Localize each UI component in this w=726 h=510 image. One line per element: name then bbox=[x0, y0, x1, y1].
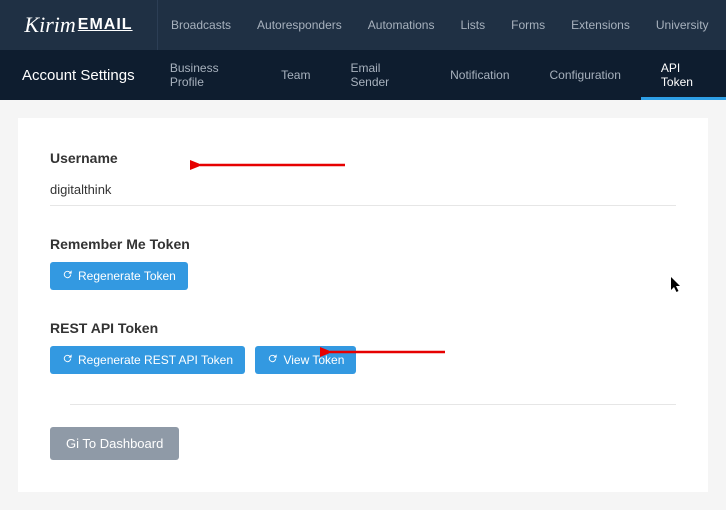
tab-api-token[interactable]: API Token bbox=[641, 50, 726, 100]
regenerate-rest-api-token-button[interactable]: Regenerate REST API Token bbox=[50, 346, 245, 374]
regenerate-token-label: Regenerate Token bbox=[78, 269, 176, 283]
section-rest-api-token: REST API Token Regenerate REST API Token… bbox=[50, 320, 676, 374]
remember-token-label: Remember Me Token bbox=[50, 236, 676, 252]
tab-email-sender[interactable]: Email Sender bbox=[330, 50, 430, 100]
tab-team[interactable]: Team bbox=[261, 50, 330, 100]
nav-forms[interactable]: Forms bbox=[498, 0, 558, 50]
refresh-icon bbox=[267, 353, 278, 367]
go-to-dashboard-button[interactable]: Gi To Dashboard bbox=[50, 427, 179, 460]
logo-text-1: Kirim bbox=[24, 12, 75, 38]
view-token-button[interactable]: View Token bbox=[255, 346, 356, 374]
rest-api-token-label: REST API Token bbox=[50, 320, 676, 336]
refresh-icon bbox=[62, 353, 73, 367]
nav-university[interactable]: University bbox=[643, 0, 722, 50]
username-value: digitalthink bbox=[50, 176, 676, 206]
logo-text-2: EMAIL bbox=[78, 16, 133, 34]
nav-automations[interactable]: Automations bbox=[355, 0, 448, 50]
topnav-links: Broadcasts Autoresponders Automations Li… bbox=[158, 0, 722, 50]
section-remember-token: Remember Me Token Regenerate Token bbox=[50, 236, 676, 290]
tab-notification[interactable]: Notification bbox=[430, 50, 529, 100]
nav-broadcasts[interactable]: Broadcasts bbox=[158, 0, 244, 50]
tabs: Business Profile Team Email Sender Notif… bbox=[150, 50, 726, 100]
sub-navbar: Account Settings Business Profile Team E… bbox=[0, 50, 726, 100]
logo[interactable]: Kirim EMAIL bbox=[0, 0, 158, 50]
content-wrap: Username digitalthink Remember Me Token … bbox=[0, 100, 726, 510]
top-navbar: Kirim EMAIL Broadcasts Autoresponders Au… bbox=[0, 0, 726, 50]
tab-business-profile[interactable]: Business Profile bbox=[150, 50, 261, 100]
section-username: Username digitalthink bbox=[50, 150, 676, 206]
nav-lists[interactable]: Lists bbox=[447, 0, 498, 50]
tab-configuration[interactable]: Configuration bbox=[530, 50, 641, 100]
card: Username digitalthink Remember Me Token … bbox=[18, 118, 708, 492]
nav-autoresponders[interactable]: Autoresponders bbox=[244, 0, 355, 50]
regenerate-rest-api-label: Regenerate REST API Token bbox=[78, 353, 233, 367]
page-title: Account Settings bbox=[0, 67, 150, 84]
refresh-icon bbox=[62, 269, 73, 283]
username-label: Username bbox=[50, 150, 676, 166]
nav-extensions[interactable]: Extensions bbox=[558, 0, 643, 50]
divider bbox=[70, 404, 676, 405]
view-token-label: View Token bbox=[283, 353, 344, 367]
regenerate-token-button[interactable]: Regenerate Token bbox=[50, 262, 188, 290]
